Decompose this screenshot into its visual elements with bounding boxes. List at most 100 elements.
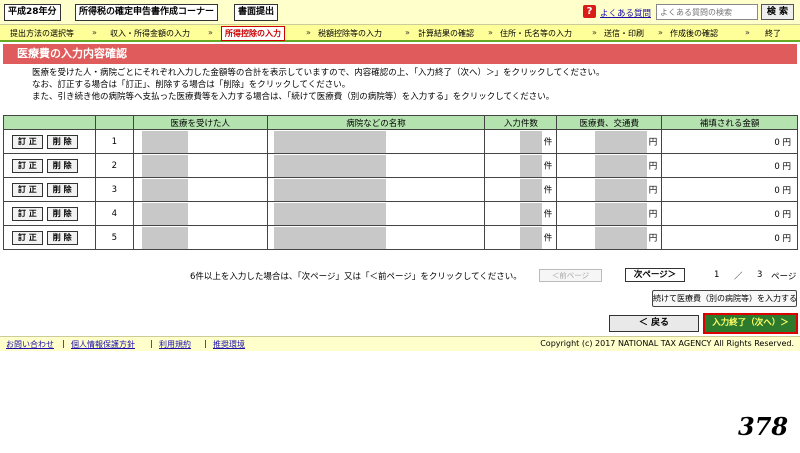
total-pages: 3 (757, 270, 763, 280)
search-button[interactable]: 検 索 (761, 4, 794, 20)
table-row: 訂 正削 除 1 件 円 0 円 (3, 129, 798, 154)
delete-button[interactable]: 削 除 (46, 134, 78, 149)
medical-expense-table: 医療を受けた人 病院などの名称 入力件数 医療費、交通費 補填される金額 訂 正… (3, 115, 798, 250)
step-arrow-icon: » (306, 28, 311, 37)
header-number (94, 115, 134, 130)
entry-count-cell: 件 (484, 177, 558, 202)
row-actions: 訂 正削 除 (3, 201, 96, 226)
hospital-name-cell (266, 177, 486, 202)
header-medical-cost: 医療費、交通費 (556, 115, 663, 130)
step-deduction-input: 所得控除の入力 (221, 26, 285, 41)
yen-unit: 円 (648, 161, 658, 171)
count-unit: 件 (543, 185, 553, 195)
footer-contact-link[interactable]: お問い合わせ (6, 339, 54, 350)
compensation-cell: 0 円 (661, 129, 798, 154)
step-post-check: 作成後の確認 (670, 29, 718, 38)
page-separator: ／ (734, 272, 743, 282)
delete-button[interactable]: 削 除 (46, 230, 78, 245)
row-number: 1 (94, 129, 134, 154)
step-calculation-result: 計算結果の確認 (418, 29, 474, 38)
step-arrow-icon: » (405, 28, 410, 37)
redacted-block (273, 202, 386, 225)
next-page-button[interactable]: 次ページ＞ (625, 268, 685, 282)
medical-cost-cell: 円 (556, 129, 663, 154)
instruction-line: また、引き続き他の病院等へ支払った医療費等を入力する場合は、「続けて医療費（別の… (32, 92, 555, 102)
header-compensation: 補填される金額 (661, 115, 798, 130)
year-tag: 平成28年分 (4, 4, 61, 21)
search-input[interactable] (656, 4, 758, 20)
edit-button[interactable]: 訂 正 (12, 158, 43, 173)
delete-button[interactable]: 削 除 (46, 182, 78, 197)
compensation-cell: 0 円 (661, 225, 798, 250)
continue-entry-button[interactable]: 続けて医療費（別の病院等）を入力する (652, 290, 797, 307)
redacted-block (141, 202, 188, 225)
hospital-name-cell (266, 129, 486, 154)
redacted-block (273, 154, 386, 177)
patient-name-cell (132, 177, 268, 202)
footer-separator: | (62, 339, 65, 348)
footer-terms-link[interactable]: 利用規約 (159, 339, 191, 350)
header-patient: 医療を受けた人 (132, 115, 268, 130)
row-number: 5 (94, 225, 134, 250)
back-button[interactable]: ＜ 戻る (609, 315, 699, 332)
redacted-block (519, 202, 542, 225)
step-arrow-icon: » (488, 28, 493, 37)
prev-page-button[interactable]: ＜前ページ (539, 269, 602, 282)
instruction-line: なお、訂正する場合は「訂正」、削除する場合は「削除」をクリックしてください。 (32, 80, 351, 90)
edit-button[interactable]: 訂 正 (12, 182, 43, 197)
redacted-block (519, 130, 542, 153)
footer-separator: | (150, 339, 153, 348)
compensation-cell: 0 円 (661, 177, 798, 202)
redacted-block (141, 178, 188, 201)
faq-link[interactable]: よくある質問 (600, 7, 651, 19)
step-arrow-icon: » (208, 28, 213, 37)
paper-submission-tag: 書面提出 (234, 4, 279, 21)
edit-button[interactable]: 訂 正 (12, 206, 43, 221)
table-row: 訂 正削 除 4 件 円 0 円 (3, 201, 798, 226)
header-hospital-name: 病院などの名称 (266, 115, 486, 130)
medical-cost-cell: 円 (556, 201, 663, 226)
edit-button[interactable]: 訂 正 (12, 134, 43, 149)
step-tax-credit-input: 税額控除等の入力 (318, 29, 382, 38)
redacted-block (594, 154, 647, 177)
redacted-block (273, 226, 386, 249)
yen-unit: 円 (648, 209, 658, 219)
pager-note: 6件以上を入力した場合は、「次ページ」又は「＜前ページ」をクリックしてください。 (190, 272, 522, 282)
patient-name-cell (132, 129, 268, 154)
finish-entry-button[interactable]: 入力終了（次へ）＞ (703, 313, 798, 334)
edit-button[interactable]: 訂 正 (12, 230, 43, 245)
footer-environment-link[interactable]: 推奨環境 (213, 339, 245, 350)
redacted-block (594, 202, 647, 225)
header-actions (3, 115, 96, 130)
patient-name-cell (132, 201, 268, 226)
copyright: Copyright (c) 2017 NATIONAL TAX AGENCY A… (540, 339, 794, 348)
medical-cost-cell: 円 (556, 177, 663, 202)
table-row: 訂 正削 除 3 件 円 0 円 (3, 177, 798, 202)
medical-cost-cell: 円 (556, 153, 663, 178)
footer-privacy-link[interactable]: 個人情報保護方針 (71, 339, 135, 350)
redacted-block (141, 130, 188, 153)
hospital-name-cell (266, 153, 486, 178)
delete-button[interactable]: 削 除 (46, 158, 78, 173)
instruction-line: 医療を受けた人・病院ごとにそれぞれ入力した金額等の合計を表示していますので、内容… (32, 68, 605, 78)
corner-title-tag: 所得税の確定申告書作成コーナー (75, 4, 219, 21)
redacted-block (519, 178, 542, 201)
row-actions: 訂 正削 除 (3, 129, 96, 154)
step-navigation: 提出方法の選択等 » 収入・所得金額の入力 » 所得控除の入力 » 税額控除等の… (0, 24, 800, 42)
help-icon[interactable]: ? (583, 5, 596, 18)
count-unit: 件 (543, 161, 553, 171)
row-actions: 訂 正削 除 (3, 177, 96, 202)
count-unit: 件 (543, 233, 553, 243)
top-bar: 平成28年分 所得税の確定申告書作成コーナー 書面提出 ? よくある質問 検 索 (0, 0, 800, 24)
redacted-block (519, 154, 542, 177)
yen-unit: 円 (648, 233, 658, 243)
entry-count-cell: 件 (484, 129, 558, 154)
step-send-print: 送信・印刷 (604, 29, 644, 38)
entry-count-cell: 件 (484, 153, 558, 178)
redacted-block (594, 226, 647, 249)
row-actions: 訂 正削 除 (3, 225, 96, 250)
count-unit: 件 (543, 137, 553, 147)
table-row: 訂 正削 除 5 件 円 0 円 (3, 225, 798, 250)
delete-button[interactable]: 削 除 (46, 206, 78, 221)
compensation-cell: 0 円 (661, 153, 798, 178)
